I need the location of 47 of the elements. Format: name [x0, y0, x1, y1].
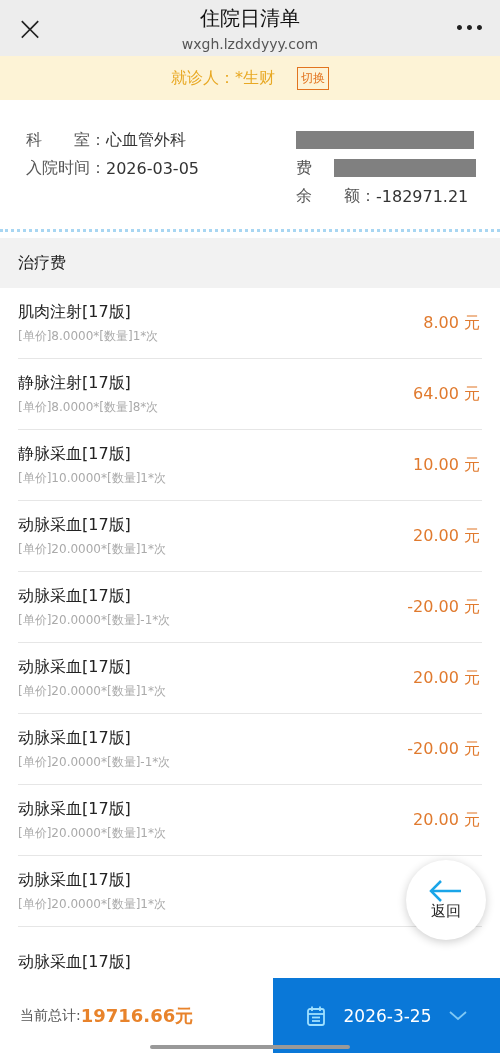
date-picker[interactable]: 2026-3-25 [273, 978, 500, 1053]
item-detail: [单价]20.0000*[数量]1*次 [18, 824, 166, 842]
item-detail: [单价]20.0000*[数量]-1*次 [18, 753, 171, 771]
item-amount: 20.00 元 [413, 667, 481, 689]
total-value: 19716.66元 [80, 1003, 194, 1028]
item-detail: [单价]10.0000*[数量]1*次 [18, 469, 166, 487]
item-name: 动脉采血[17版] [18, 585, 132, 607]
total-label: 当前总计: [20, 1006, 81, 1025]
item-detail: [单价]8.0000*[数量]1*次 [18, 327, 159, 345]
item-name: 动脉采血[17版] [18, 656, 132, 678]
info-label: 科 室： [26, 129, 106, 151]
info-value: -182971.21 [376, 186, 469, 206]
page-url: wxgh.lzdxdyyy.com [181, 35, 319, 52]
close-button[interactable]: × [0, 11, 60, 45]
back-button[interactable]: 返回 [406, 860, 486, 940]
item-name: 肌肉注射[17版] [18, 301, 132, 323]
calendar-icon [305, 1004, 326, 1027]
more-button[interactable]: ••• [440, 20, 500, 36]
item-amount: 20.00 元 [413, 809, 481, 831]
info-label: 入院时间： [26, 157, 106, 179]
item-amount: 64.00 元 [413, 383, 481, 405]
section-title: 治疗费 [18, 252, 66, 274]
item-detail: [单价]8.0000*[数量]8*次 [18, 398, 159, 416]
info-label: 费 [296, 157, 312, 179]
page-title: 住院日清单 [200, 4, 300, 32]
item-name: 静脉采血[17版] [18, 443, 132, 465]
item-detail: [单价]20.0000*[数量]1*次 [18, 682, 166, 700]
left-arrow-icon [429, 879, 463, 902]
info-value: 心血管外科 [106, 129, 186, 151]
item-detail: [单价]20.0000*[数量]1*次 [18, 895, 166, 913]
chevron-down-icon [449, 1010, 468, 1021]
item-amount: -20.00 元 [407, 738, 481, 760]
item-name: 静脉注射[17版] [18, 372, 132, 394]
item-amount: 8.00 元 [423, 312, 481, 334]
item-amount: 10.00 元 [413, 454, 481, 476]
item-name: 动脉采血[17版] [18, 727, 132, 749]
info-label: 余 额： [296, 185, 376, 207]
item-name: 动脉采血[17版] [18, 798, 132, 820]
item-amount: -20.00 元 [407, 596, 481, 618]
item-name: 动脉采血[17版] [18, 514, 132, 536]
item-detail: [单价]20.0000*[数量]-1*次 [18, 611, 171, 629]
item-amount: 20.00 元 [413, 525, 481, 547]
info-value: 2026-03-05 [106, 158, 199, 178]
patient-name: 就诊人：*生财 [171, 67, 275, 89]
item-detail: [单价]20.0000*[数量]1*次 [18, 540, 166, 558]
item-name: 动脉采血[17版] [18, 951, 131, 973]
item-name: 动脉采血[17版] [18, 869, 132, 891]
